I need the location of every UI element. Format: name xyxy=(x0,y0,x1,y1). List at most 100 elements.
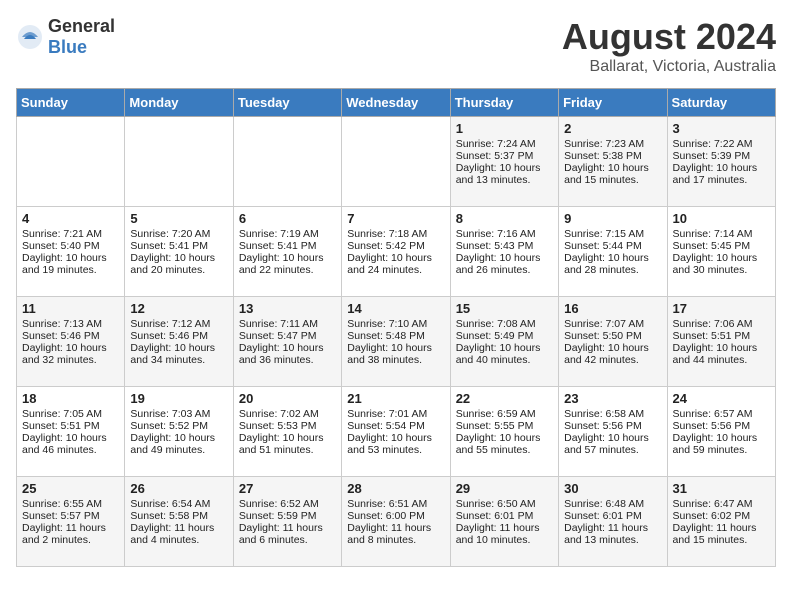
day-cell xyxy=(125,117,233,207)
daylight-text: Daylight: 11 hours and 6 minutes. xyxy=(239,522,323,546)
day-cell: 5Sunrise: 7:20 AMSunset: 5:41 PMDaylight… xyxy=(125,207,233,297)
sunset-text: Sunset: 5:59 PM xyxy=(239,510,317,522)
day-header-wednesday: Wednesday xyxy=(342,89,450,117)
sunrise-text: Sunrise: 7:20 AM xyxy=(130,228,210,240)
daylight-text: Daylight: 10 hours and 32 minutes. xyxy=(22,342,107,366)
day-cell: 17Sunrise: 7:06 AMSunset: 5:51 PMDayligh… xyxy=(667,297,775,387)
week-row-1: 1Sunrise: 7:24 AMSunset: 5:37 PMDaylight… xyxy=(17,117,776,207)
day-number: 7 xyxy=(347,211,444,226)
sunset-text: Sunset: 5:43 PM xyxy=(456,240,534,252)
logo-icon xyxy=(16,23,44,51)
day-number: 17 xyxy=(673,301,770,316)
sunset-text: Sunset: 5:56 PM xyxy=(564,420,642,432)
day-header-friday: Friday xyxy=(559,89,667,117)
day-cell: 13Sunrise: 7:11 AMSunset: 5:47 PMDayligh… xyxy=(233,297,341,387)
day-number: 16 xyxy=(564,301,661,316)
day-number: 22 xyxy=(456,391,553,406)
sunrise-text: Sunrise: 7:14 AM xyxy=(673,228,753,240)
calendar-subtitle: Ballarat, Victoria, Australia xyxy=(562,58,776,76)
sunrise-text: Sunrise: 7:12 AM xyxy=(130,318,210,330)
daylight-text: Daylight: 10 hours and 13 minutes. xyxy=(456,162,541,186)
day-number: 13 xyxy=(239,301,336,316)
day-cell: 30Sunrise: 6:48 AMSunset: 6:01 PMDayligh… xyxy=(559,477,667,567)
sunrise-text: Sunrise: 7:07 AM xyxy=(564,318,644,330)
day-number: 20 xyxy=(239,391,336,406)
daylight-text: Daylight: 10 hours and 17 minutes. xyxy=(673,162,758,186)
sunrise-text: Sunrise: 7:06 AM xyxy=(673,318,753,330)
sunset-text: Sunset: 5:53 PM xyxy=(239,420,317,432)
sunrise-text: Sunrise: 7:16 AM xyxy=(456,228,536,240)
day-cell xyxy=(17,117,125,207)
day-header-thursday: Thursday xyxy=(450,89,558,117)
daylight-text: Daylight: 10 hours and 34 minutes. xyxy=(130,342,215,366)
title-block: August 2024 Ballarat, Victoria, Australi… xyxy=(562,16,776,76)
day-cell: 1Sunrise: 7:24 AMSunset: 5:37 PMDaylight… xyxy=(450,117,558,207)
sunrise-text: Sunrise: 6:57 AM xyxy=(673,408,753,420)
sunrise-text: Sunrise: 7:23 AM xyxy=(564,138,644,150)
logo-blue: Blue xyxy=(48,37,87,57)
daylight-text: Daylight: 10 hours and 42 minutes. xyxy=(564,342,649,366)
day-cell: 16 Sunrise: 7:07 AMSunset: 5:50 PMDayligh… xyxy=(559,297,667,387)
sunset-text: Sunset: 5:48 PM xyxy=(347,330,425,342)
day-number: 2 xyxy=(564,121,661,136)
daylight-text: Daylight: 10 hours and 44 minutes. xyxy=(673,342,758,366)
week-row-3: 11Sunrise: 7:13 AMSunset: 5:46 PMDayligh… xyxy=(17,297,776,387)
sunset-text: Sunset: 5:58 PM xyxy=(130,510,208,522)
daylight-text: Daylight: 10 hours and 40 minutes. xyxy=(456,342,541,366)
day-number: 12 xyxy=(130,301,227,316)
daylight-text: Daylight: 10 hours and 46 minutes. xyxy=(22,432,107,456)
day-cell: 24Sunrise: 6:57 AMSunset: 5:56 PMDayligh… xyxy=(667,387,775,477)
day-number: 18 xyxy=(22,391,119,406)
day-number: 14 xyxy=(347,301,444,316)
daylight-text: Daylight: 10 hours and 20 minutes. xyxy=(130,252,215,276)
sunrise-text: Sunrise: 6:52 AM xyxy=(239,498,319,510)
day-cell: 7Sunrise: 7:18 AMSunset: 5:42 PMDaylight… xyxy=(342,207,450,297)
daylight-text: Daylight: 10 hours and 28 minutes. xyxy=(564,252,649,276)
sunset-text: Sunset: 6:01 PM xyxy=(564,510,642,522)
sunset-text: Sunset: 5:55 PM xyxy=(456,420,534,432)
day-cell: 26Sunrise: 6:54 AMSunset: 5:58 PMDayligh… xyxy=(125,477,233,567)
day-number: 1 xyxy=(456,121,553,136)
day-number: 8 xyxy=(456,211,553,226)
sunset-text: Sunset: 5:47 PM xyxy=(239,330,317,342)
sunset-text: Sunset: 5:57 PM xyxy=(22,510,100,522)
sunrise-text: Sunrise: 7:15 AM xyxy=(564,228,644,240)
day-number: 23 xyxy=(564,391,661,406)
week-row-4: 18Sunrise: 7:05 AMSunset: 5:51 PMDayligh… xyxy=(17,387,776,477)
day-number: 25 xyxy=(22,481,119,496)
sunrise-text: Sunrise: 6:50 AM xyxy=(456,498,536,510)
day-number: 28 xyxy=(347,481,444,496)
day-cell: 22Sunrise: 6:59 AMSunset: 5:55 PMDayligh… xyxy=(450,387,558,477)
day-number: 9 xyxy=(564,211,661,226)
day-cell: 29Sunrise: 6:50 AMSunset: 6:01 PMDayligh… xyxy=(450,477,558,567)
day-cell xyxy=(342,117,450,207)
daylight-text: Daylight: 10 hours and 53 minutes. xyxy=(347,432,432,456)
daylight-text: Daylight: 10 hours and 19 minutes. xyxy=(22,252,107,276)
sunset-text: Sunset: 6:02 PM xyxy=(673,510,751,522)
week-row-2: 4Sunrise: 7:21 AMSunset: 5:40 PMDaylight… xyxy=(17,207,776,297)
daylight-text: Daylight: 10 hours and 57 minutes. xyxy=(564,432,649,456)
daylight-text: Daylight: 11 hours and 8 minutes. xyxy=(347,522,431,546)
sunrise-text: Sunrise: 7:03 AM xyxy=(130,408,210,420)
sunset-text: Sunset: 5:50 PM xyxy=(564,330,642,342)
sunrise-text: Sunrise: 6:47 AM xyxy=(673,498,753,510)
sunset-text: Sunset: 5:56 PM xyxy=(673,420,751,432)
sunrise-text: Sunrise: 6:58 AM xyxy=(564,408,644,420)
day-header-saturday: Saturday xyxy=(667,89,775,117)
day-number: 10 xyxy=(673,211,770,226)
sunset-text: Sunset: 5:54 PM xyxy=(347,420,425,432)
daylight-text: Daylight: 10 hours and 38 minutes. xyxy=(347,342,432,366)
daylight-text: Daylight: 10 hours and 30 minutes. xyxy=(673,252,758,276)
sunrise-text: Sunrise: 7:10 AM xyxy=(347,318,427,330)
day-cell: 19Sunrise: 7:03 AMSunset: 5:52 PMDayligh… xyxy=(125,387,233,477)
calendar-table: SundayMondayTuesdayWednesdayThursdayFrid… xyxy=(16,88,776,567)
daylight-text: Daylight: 11 hours and 15 minutes. xyxy=(673,522,757,546)
sunset-text: Sunset: 5:49 PM xyxy=(456,330,534,342)
daylight-text: Daylight: 10 hours and 49 minutes. xyxy=(130,432,215,456)
sunrise-text: Sunrise: 7:11 AM xyxy=(239,318,318,330)
sunset-text: Sunset: 5:41 PM xyxy=(130,240,208,252)
day-cell: 4Sunrise: 7:21 AMSunset: 5:40 PMDaylight… xyxy=(17,207,125,297)
sunrise-text: Sunrise: 7:18 AM xyxy=(347,228,427,240)
sunset-text: Sunset: 5:45 PM xyxy=(673,240,751,252)
day-number: 15 xyxy=(456,301,553,316)
